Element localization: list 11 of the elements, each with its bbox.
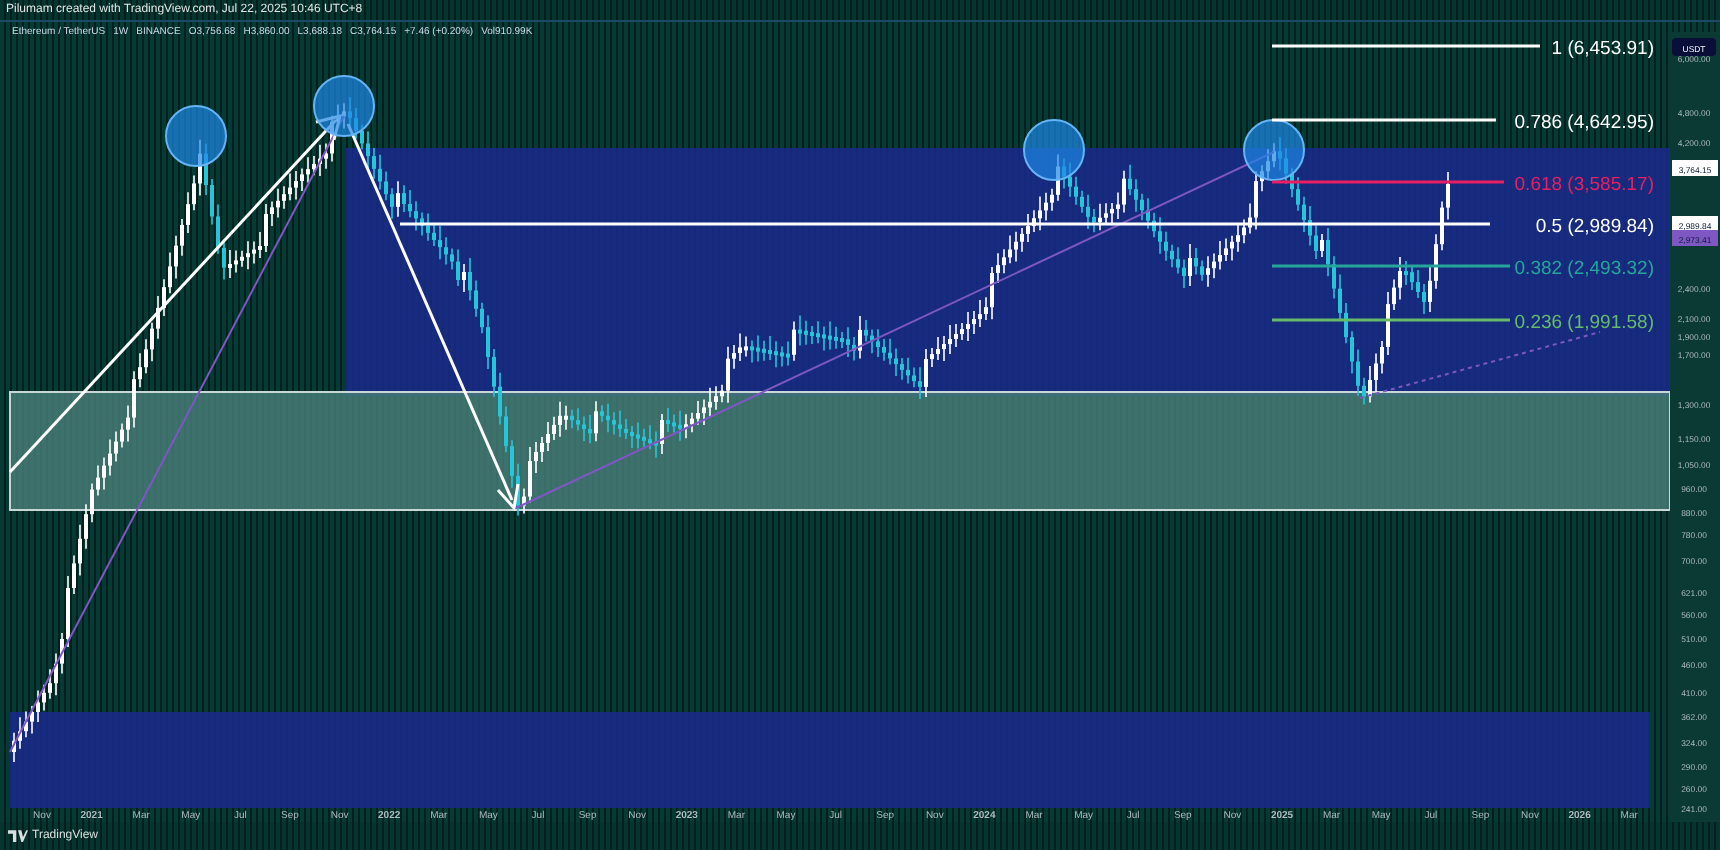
fib-level-label: 1 (6,453.91) <box>1551 38 1654 60</box>
logo-icon <box>8 829 28 843</box>
fib-level-label: 0.618 (3,585.17) <box>1514 174 1654 196</box>
highlight-circle <box>1023 119 1085 181</box>
fib-level-label: 0.382 (2,493.32) <box>1514 258 1654 280</box>
highlight-circle <box>165 105 227 167</box>
highlight-circle <box>1243 119 1305 181</box>
fib-level-label: 0.236 (1,991.58) <box>1514 312 1654 334</box>
fib-level-label: 0.786 (4,642.95) <box>1514 112 1654 134</box>
highlight-circle <box>313 75 375 137</box>
fib-level-label: 0.5 (2,989.84) <box>1535 216 1654 238</box>
